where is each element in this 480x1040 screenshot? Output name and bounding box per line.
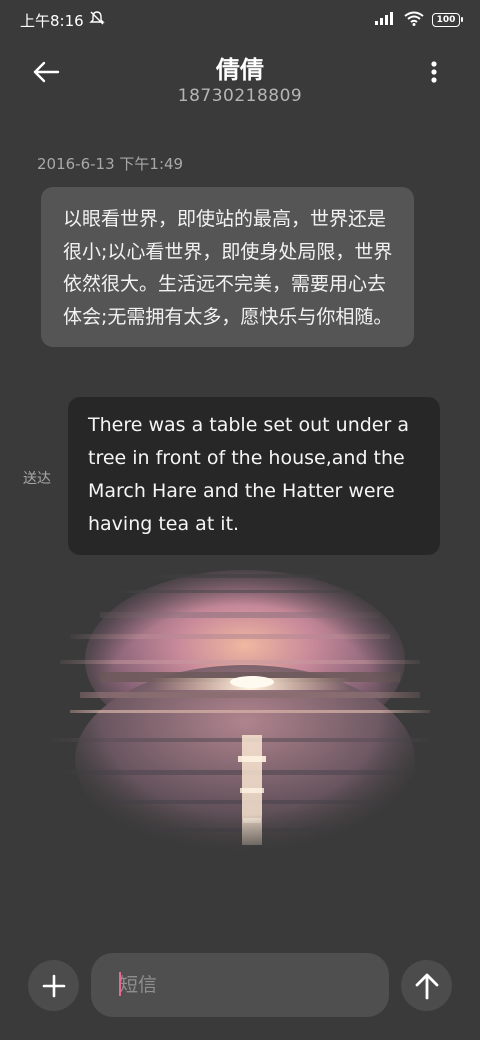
message-composer: [0, 950, 480, 1020]
status-bar: 上午8:16 100: [0, 0, 480, 40]
delivery-status: 送达: [23, 471, 51, 487]
incoming-message-bubble[interactable]: 以眼看世界，即使站的最高，世界还是很小;以心看世界，即使身处局限，世界依然很大。…: [41, 187, 414, 347]
plus-icon: [42, 974, 65, 997]
send-arrow-icon: [415, 973, 438, 999]
message-timestamp: 2016-6-13 下午1:49: [37, 155, 184, 173]
signal-icon: [374, 11, 396, 29]
more-options-button[interactable]: [414, 52, 454, 92]
status-time: 上午8:16: [20, 11, 84, 30]
battery-icon: 100: [432, 13, 463, 27]
more-vertical-icon: [431, 61, 437, 83]
outgoing-message-bubble[interactable]: There was a table set out under a tree i…: [68, 397, 440, 555]
message-input[interactable]: [119, 974, 389, 996]
wifi-icon: [404, 11, 424, 30]
text-caret: [119, 972, 121, 996]
message-input-box[interactable]: [91, 953, 389, 1017]
send-button[interactable]: [401, 960, 452, 1011]
conversation-header: 倩倩 18730218809: [0, 44, 480, 114]
incoming-message-text: 以眼看世界，即使站的最高，世界还是很小;以心看世界，即使身处局限，世界依然很大。…: [63, 208, 393, 328]
add-attachment-button[interactable]: [28, 960, 79, 1011]
battery-level: 100: [436, 15, 456, 25]
outgoing-message-text: There was a table set out under a tree i…: [88, 414, 409, 535]
contact-name: 倩倩: [216, 56, 264, 84]
mute-icon: [88, 10, 106, 30]
phone-number: 18730218809: [177, 86, 303, 106]
sunset-over-sea-image[interactable]: [40, 560, 440, 860]
